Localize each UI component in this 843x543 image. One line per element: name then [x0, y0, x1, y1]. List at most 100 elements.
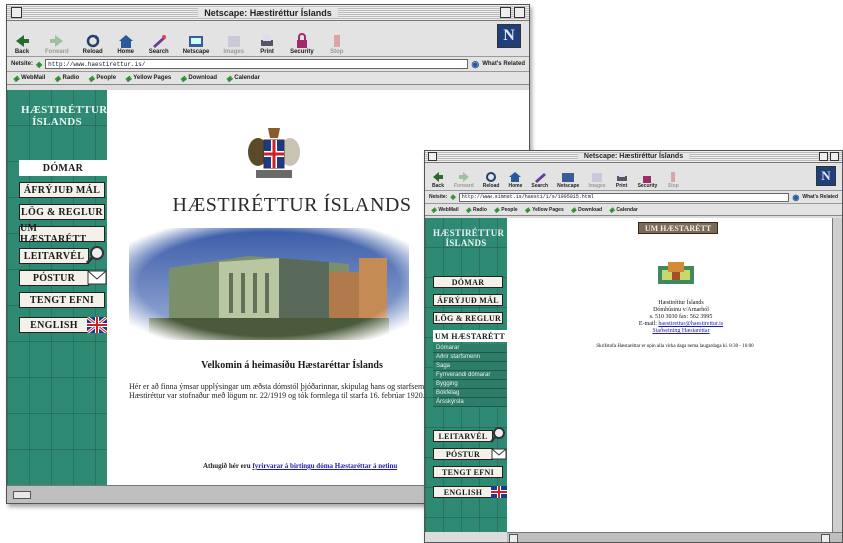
search-button[interactable]: Search — [149, 33, 169, 55]
url-field[interactable]: http://www.haestirettur.is/ — [45, 59, 469, 69]
reload-button[interactable]: Reload — [483, 171, 499, 189]
home-button[interactable]: Home — [508, 171, 522, 189]
magnifier-icon — [490, 427, 505, 443]
title-bar[interactable]: Netscape: Hæstiréttur Íslands — [7, 5, 529, 21]
images-button[interactable]: Images — [223, 33, 244, 55]
personal-webmail[interactable]: ◈ WebMail — [13, 74, 45, 83]
disclaimer-link[interactable]: fyrirvarar á birtingu dóma Hæstaréttar á… — [252, 462, 397, 470]
forward-button[interactable]: Forward — [454, 171, 474, 189]
nav-english-label: ENGLISH — [443, 487, 483, 497]
security-status-icon[interactable] — [13, 491, 31, 499]
netscape-button[interactable]: Netscape — [557, 171, 579, 189]
window-title: Netscape: Hæstiréttur Íslands — [577, 153, 690, 160]
personal-webmail[interactable]: ◈ WebMail — [431, 206, 459, 214]
title-bar[interactable]: Netscape: Hæstiréttur Íslands — [425, 151, 842, 163]
netscape-icon — [562, 173, 575, 182]
security-button[interactable]: Security — [638, 171, 657, 189]
nav-english[interactable]: ENGLISH — [433, 486, 493, 498]
reload-label: Reload — [82, 49, 103, 55]
personal-yellow-pages-label: Yellow Pages — [532, 206, 564, 213]
site-navigation: HÆSTIRÉTTUR ÍSLANDS DÓMAR ÁFRÝJUÐ MÁL LÖ… — [425, 218, 507, 532]
personal-calendar-label: Calendar — [616, 206, 638, 213]
subnav-bokfelag[interactable]: Bókfélag — [433, 389, 507, 398]
images-button[interactable]: Images — [588, 171, 606, 189]
site-brand: HÆSTIRÉTTUR ÍSLANDS — [21, 104, 108, 128]
search-button[interactable]: Search — [531, 171, 548, 189]
stop-button[interactable]: Stop — [328, 33, 346, 55]
close-box-icon[interactable] — [11, 7, 22, 18]
nav-um-haestarett[interactable]: UM HÆSTARÉTT — [433, 330, 507, 342]
reload-button[interactable]: Reload — [83, 33, 103, 55]
personal-calendar[interactable]: ◈ Calendar — [609, 206, 638, 214]
personal-people[interactable]: ◈ People — [88, 74, 116, 83]
personal-download[interactable]: ◈ Download — [180, 74, 217, 83]
nav-log-reglur[interactable]: LÖG & REGLUR — [19, 204, 105, 220]
nav-domar[interactable]: DÓMAR — [19, 160, 107, 176]
subnav-domarar[interactable]: Dómarar — [433, 344, 507, 353]
back-arrow-icon — [433, 172, 443, 182]
personal-calendar[interactable]: ◈ Calendar — [226, 74, 260, 83]
nav-tengt-efni[interactable]: TENGT EFNI — [19, 292, 105, 308]
zoom-box-icon[interactable] — [819, 152, 828, 161]
personal-download[interactable]: ◈ Download — [571, 206, 602, 214]
back-button[interactable]: Back — [13, 33, 31, 55]
nav-um-haestarett[interactable]: UM HÆSTARÉTT — [19, 223, 105, 245]
nav-postur[interactable]: PÓSTUR — [433, 448, 493, 460]
welcome-heading: Velkomin á heimasíðu Hæstaréttar Íslands — [201, 360, 383, 371]
nav-english[interactable]: ENGLISH — [19, 317, 89, 333]
back-button[interactable]: Back — [431, 171, 445, 189]
scroll-right-arrow[interactable] — [821, 534, 830, 542]
netscape-logo: N — [816, 166, 836, 186]
print-button[interactable]: Print — [615, 171, 629, 189]
nav-leitarvel[interactable]: LEITARVÉL — [433, 430, 493, 442]
address-line: Dómhúsinu v/Arnarhól — [653, 307, 709, 313]
personal-yellow-pages[interactable]: ◈ Yellow Pages — [125, 74, 171, 83]
print-button[interactable]: Print — [258, 33, 276, 55]
navigation-toolbar: Back Forward Reload Home Search Netscape… — [7, 21, 529, 57]
vertical-scrollbar[interactable] — [832, 218, 842, 532]
forward-button[interactable]: Forward — [45, 33, 69, 55]
subnav-bygging[interactable]: Bygging — [433, 380, 507, 389]
zoom-box-icon[interactable] — [500, 7, 511, 18]
nav-domar[interactable]: DÓMAR — [433, 276, 503, 288]
stop-button[interactable]: Stop — [666, 171, 680, 189]
nav-afryjud-mal[interactable]: ÁFRÝJUÐ MÁL — [19, 182, 105, 198]
leaf-icon: ◈ — [180, 73, 187, 83]
subnav-fyrrverandi-domarar[interactable]: Fyrrverandi dómarar — [433, 371, 507, 380]
whats-related-button[interactable]: What's Related — [482, 61, 525, 67]
nav-postur-label: PÓSTUR — [445, 449, 481, 459]
bookmark-leaf-icon[interactable]: ◈ — [36, 60, 42, 69]
directions-link[interactable]: Staðsetning Hæstaréttar — [591, 328, 771, 335]
nav-postur[interactable]: PÓSTUR — [19, 270, 89, 286]
personal-yellow-pages[interactable]: ◈ Yellow Pages — [525, 206, 564, 214]
collapse-box-icon[interactable] — [514, 7, 525, 18]
close-box-icon[interactable] — [428, 152, 437, 161]
leaf-icon: ◈ — [493, 206, 500, 214]
nav-tengt-efni[interactable]: TENGT EFNI — [433, 466, 503, 478]
subnav-arsskyrsla[interactable]: Ársskýrsla — [433, 398, 507, 407]
search-icon — [152, 35, 166, 48]
collapse-box-icon[interactable] — [830, 152, 839, 161]
home-button[interactable]: Home — [117, 33, 135, 55]
scroll-left-arrow[interactable] — [509, 534, 518, 542]
uk-flag-icon — [87, 317, 107, 333]
subnav-saga[interactable]: Saga — [433, 362, 507, 371]
contact-block: Hæstiréttur Íslands Dómhúsinu v/Arnarhól… — [591, 300, 771, 335]
horizontal-scrollbar[interactable] — [507, 532, 842, 542]
netscape-button[interactable]: Netscape — [183, 33, 209, 55]
personal-radio[interactable]: ◈ Radio — [466, 206, 487, 214]
url-field[interactable]: http://www.simnet.is/haesti/1/s/1995015.… — [458, 192, 790, 202]
subnav-adrir-starfsmenn[interactable]: Aðrir starfsmenn — [433, 353, 507, 362]
security-button[interactable]: Security — [290, 33, 314, 55]
email-link[interactable]: haestirettur@haestirettur.is — [658, 321, 723, 327]
disclaimer-prefix: Athugið hér eru — [203, 462, 251, 470]
personal-download-label: Download — [188, 75, 218, 81]
nav-afryjud-mal[interactable]: ÁFRÝJUÐ MÁL — [433, 294, 503, 306]
personal-radio[interactable]: ◈ Radio — [54, 74, 79, 83]
bookmark-leaf-icon[interactable]: ◈ — [450, 193, 455, 201]
nav-log-reglur[interactable]: LÖG & REGLUR — [433, 312, 503, 324]
whats-related-icon: ◉ — [792, 192, 800, 202]
personal-people[interactable]: ◈ People — [494, 206, 518, 214]
nav-leitarvel[interactable]: LEITARVÉL — [19, 248, 89, 264]
whats-related-button[interactable]: What's Related — [802, 194, 838, 200]
